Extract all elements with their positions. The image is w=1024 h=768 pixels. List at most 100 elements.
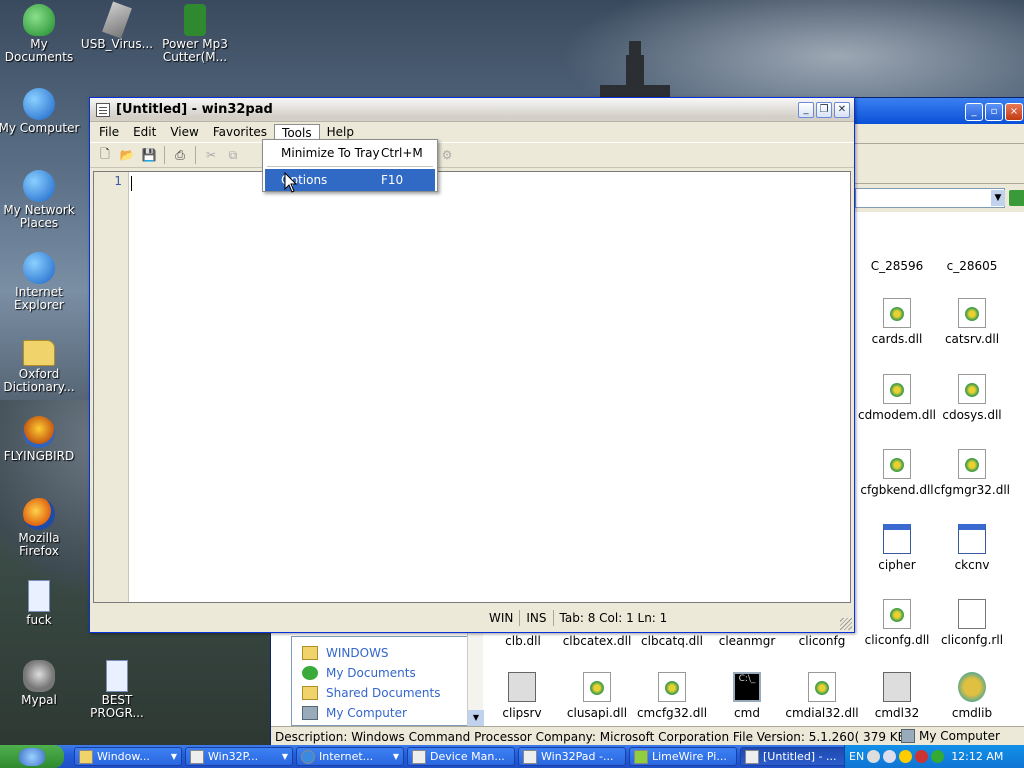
- tray-icon[interactable]: [883, 750, 897, 763]
- language-indicator[interactable]: EN: [849, 750, 864, 763]
- copy-icon[interactable]: ⧉: [224, 146, 242, 164]
- win32pad-window[interactable]: [Untitled] - win32pad _ ❐ ✕ File Edit Vi…: [89, 97, 855, 633]
- file-item[interactable]: cipher: [857, 524, 937, 572]
- file-item[interactable]: c_28605: [932, 259, 1012, 273]
- minimize-button[interactable]: _: [798, 102, 814, 118]
- chevron-down-icon[interactable]: ▼: [991, 190, 1005, 206]
- minimize-button[interactable]: _: [965, 103, 983, 121]
- address-input[interactable]: [855, 188, 1005, 208]
- explorer-statusbar: Description: Windows Command Processor C…: [271, 726, 1024, 746]
- file-item[interactable]: cmdial32.dll: [782, 672, 862, 720]
- tree-item-my-documents[interactable]: My Documents: [302, 663, 480, 683]
- tree-item-windows[interactable]: WINDOWS: [302, 643, 480, 663]
- chevron-down-icon[interactable]: ▼: [468, 710, 484, 726]
- tray-icon[interactable]: [899, 750, 913, 763]
- desktop-icon-mypal[interactable]: Mypal: [0, 660, 80, 707]
- tray-icon[interactable]: [867, 750, 881, 763]
- save-icon[interactable]: 💾: [140, 146, 158, 164]
- file-item[interactable]: clipsrv: [482, 672, 562, 720]
- file-item[interactable]: clb.dll: [483, 634, 563, 648]
- cut-icon[interactable]: ✂: [202, 146, 220, 164]
- menu-view[interactable]: View: [163, 124, 205, 140]
- desktop-icon-flyingbird[interactable]: FLYINGBIRD: [0, 416, 80, 463]
- editor-area[interactable]: 1: [93, 171, 851, 603]
- file-item[interactable]: clbcatex.dll: [557, 634, 637, 648]
- resize-grip[interactable]: [840, 618, 852, 630]
- desktop-icon-oxford-dictionary[interactable]: Oxford Dictionary...: [0, 334, 80, 394]
- desktop-icon-best-programs[interactable]: BEST PROGR...: [76, 660, 158, 720]
- print-icon[interactable]: ⎙: [171, 146, 189, 164]
- task-button[interactable]: Win32P... ▼: [185, 747, 293, 766]
- dll-icon: [808, 672, 836, 702]
- properties-icon[interactable]: ⚙: [438, 146, 456, 164]
- file-item[interactable]: cfgbkend.dll: [857, 449, 937, 497]
- win32pad-titlebar[interactable]: [Untitled] - win32pad: [90, 98, 854, 122]
- file-item[interactable]: clusapi.dll: [557, 672, 637, 720]
- tray-icon[interactable]: [931, 750, 945, 763]
- tray-icon[interactable]: [915, 750, 929, 763]
- file-item[interactable]: cfgmgr32.dll: [932, 449, 1012, 497]
- task-button[interactable]: Win32Pad -...: [518, 747, 626, 766]
- desktop-icon-my-documents[interactable]: My Documents: [0, 4, 80, 64]
- desktop-icon-my-network-places[interactable]: My Network Places: [0, 170, 80, 230]
- desktop-icon-power-mp3[interactable]: Power Mp3 Cutter(M...: [154, 4, 236, 64]
- menu-edit[interactable]: Edit: [126, 124, 163, 140]
- file-item[interactable]: clbcatq.dll: [632, 634, 712, 648]
- file-item[interactable]: cdmodem.dll: [857, 374, 937, 422]
- start-button[interactable]: [0, 745, 64, 768]
- task-button[interactable]: LimeWire Pi...: [629, 747, 737, 766]
- desktop-icon-usb-virus[interactable]: USB_Virus...: [76, 1, 158, 51]
- file-item[interactable]: cliconfg.rll: [932, 599, 1012, 647]
- maximize-button[interactable]: ❐: [816, 102, 832, 118]
- close-button[interactable]: ×: [1005, 103, 1023, 121]
- file-item[interactable]: C_28596: [857, 259, 937, 273]
- device-manager-icon: [412, 749, 426, 764]
- file-item[interactable]: cdosys.dll: [932, 374, 1012, 422]
- file-item[interactable]: C:\_ cmd: [707, 672, 787, 720]
- task-button[interactable]: [Untitled] - ...: [740, 747, 848, 766]
- toolbar-separator: [164, 146, 165, 164]
- tree-item-shared-documents[interactable]: Shared Documents: [302, 683, 480, 703]
- desktop-icon-mozilla-firefox[interactable]: Mozilla Firefox: [0, 498, 80, 558]
- my-computer-icon: [23, 88, 55, 120]
- tree-item-my-computer[interactable]: My Computer: [302, 703, 480, 723]
- file-item[interactable]: catsrv.dll: [932, 298, 1012, 346]
- text-area[interactable]: [129, 172, 850, 602]
- dll-icon: [958, 298, 986, 328]
- desktop-icon-internet-explorer[interactable]: Internet Explorer: [0, 252, 80, 312]
- new-file-icon[interactable]: 🗋: [96, 146, 114, 164]
- tree-scrollbar[interactable]: ▼: [467, 630, 484, 726]
- dll-icon: [658, 672, 686, 702]
- file-item[interactable]: cliconfg: [782, 634, 862, 648]
- castle-tower: [626, 41, 644, 100]
- menu-tools[interactable]: Tools: [274, 123, 320, 141]
- file-item[interactable]: cmcfg32.dll: [632, 672, 712, 720]
- desktop-icon-fuck[interactable]: fuck: [0, 580, 80, 627]
- menu-help[interactable]: Help: [320, 124, 361, 140]
- menu-file[interactable]: File: [92, 124, 126, 140]
- dll-icon: [583, 672, 611, 702]
- menu-favorites[interactable]: Favorites: [206, 124, 274, 140]
- internet-explorer-icon: [301, 749, 315, 764]
- folder-tree[interactable]: WINDOWS My Documents Shared Documents My…: [291, 636, 481, 726]
- file-item[interactable]: cliconfg.dll: [857, 599, 937, 647]
- explorer-status-text: Description: Windows Command Processor C…: [275, 729, 906, 744]
- explorer-status-zone: My Computer: [901, 729, 1000, 743]
- file-item[interactable]: cmdl32: [857, 672, 937, 720]
- open-folder-icon[interactable]: 📂: [118, 146, 136, 164]
- desktop-icon-label: My Documents: [4, 37, 74, 64]
- task-button[interactable]: Device Man...: [407, 747, 515, 766]
- task-button[interactable]: Window... ▼: [74, 747, 182, 766]
- file-item[interactable]: cleanmgr: [707, 634, 787, 648]
- clock[interactable]: 12:12 AM: [951, 750, 1003, 763]
- go-button[interactable]: [1009, 190, 1024, 206]
- maximize-button[interactable]: ▫: [985, 103, 1003, 121]
- close-button[interactable]: ✕: [834, 102, 850, 118]
- desktop-icon-label: BEST PROGR...: [90, 693, 144, 720]
- desktop-icon-my-computer[interactable]: My Computer: [0, 88, 80, 135]
- menu-item-minimize-to-tray[interactable]: Minimize To Tray Ctrl+M: [265, 142, 435, 164]
- file-item[interactable]: ckcnv: [932, 524, 1012, 572]
- task-button[interactable]: Internet... ▼: [296, 747, 404, 766]
- file-item[interactable]: cards.dll: [857, 298, 937, 346]
- file-item[interactable]: cmdlib: [932, 672, 1012, 720]
